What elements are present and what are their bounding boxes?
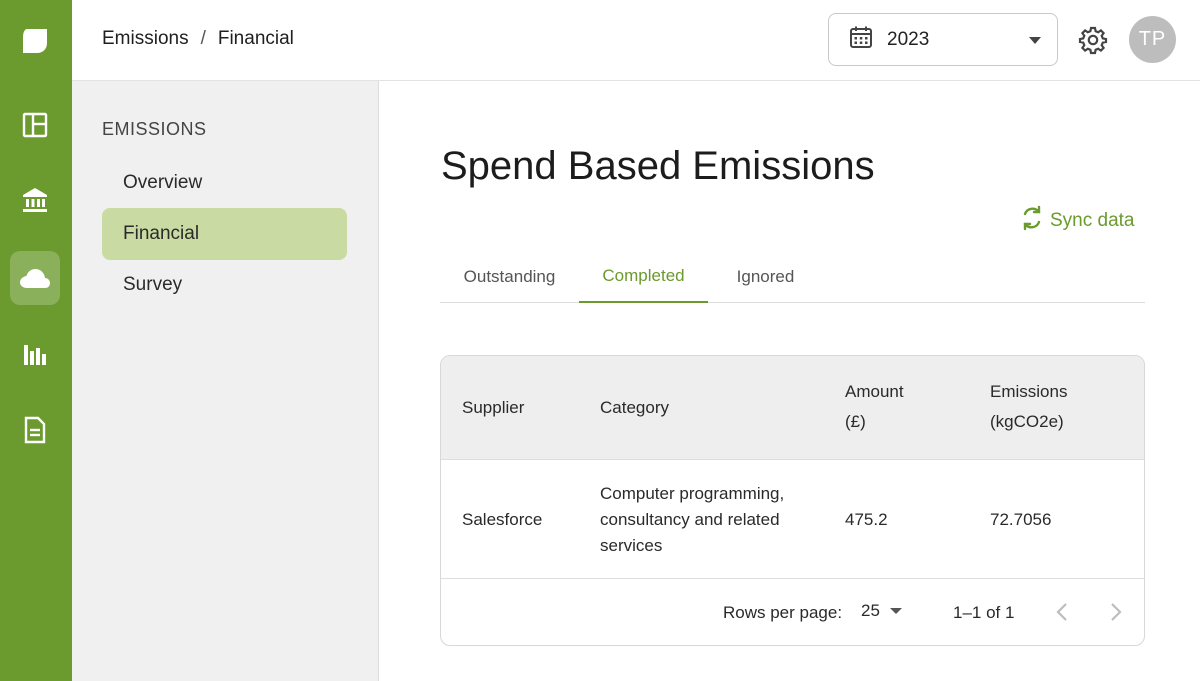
- section-sidebar: EMISSIONS Overview Financial Survey: [72, 81, 379, 681]
- leaf-logo-icon[interactable]: [10, 14, 60, 68]
- sync-data-button[interactable]: Sync data: [1020, 205, 1135, 237]
- table-header: Supplier Category Amount (£) Emissions (…: [441, 356, 1144, 460]
- table-row[interactable]: Salesforce Computer programming, consult…: [441, 460, 1144, 579]
- cell-supplier: Salesforce: [462, 510, 543, 529]
- cell-category: Computer programming, consultancy and re…: [600, 484, 785, 555]
- bank-icon[interactable]: [10, 173, 60, 227]
- sync-data-label: Sync data: [1050, 210, 1135, 231]
- column-header-amount: Amount (£): [845, 382, 904, 431]
- cloud-icon[interactable]: [10, 251, 60, 305]
- breadcrumb-financial: Financial: [217, 28, 294, 49]
- breadcrumb-emissions[interactable]: Emissions: [102, 28, 189, 50]
- year-value: 2023: [887, 28, 930, 50]
- avatar[interactable]: TP: [1129, 16, 1176, 63]
- sidebar-item-overview[interactable]: Overview: [102, 157, 347, 209]
- cell-emissions: 72.7056: [990, 510, 1052, 529]
- sidebar-heading: EMISSIONS: [102, 119, 207, 139]
- breadcrumb-separator: /: [200, 28, 206, 49]
- pagination-range: 1–1 of 1: [953, 603, 1015, 622]
- table-pagination: Rows per page: 25 1–1 of 1: [441, 579, 1144, 645]
- sidebar-item-financial[interactable]: Financial: [102, 208, 347, 260]
- tab-ignored[interactable]: Ignored: [708, 250, 823, 303]
- chevron-down-icon: [889, 608, 902, 614]
- breadcrumb: Emissions / Financial: [102, 28, 294, 50]
- calendar-icon: [849, 25, 873, 54]
- dashboard-icon[interactable]: [10, 98, 60, 152]
- status-tabs: Outstanding Completed Ignored: [440, 250, 1145, 303]
- rows-per-page-select[interactable]: 25: [861, 601, 902, 621]
- emissions-table: Supplier Category Amount (£) Emissions (…: [440, 355, 1145, 646]
- cell-amount: 475.2: [845, 510, 888, 529]
- gear-icon[interactable]: [1078, 25, 1108, 60]
- chevron-down-icon: [1029, 37, 1041, 44]
- tab-outstanding[interactable]: Outstanding: [440, 250, 579, 303]
- page-title: Spend Based Emissions: [441, 144, 875, 188]
- rows-per-page-value: 25: [861, 601, 880, 620]
- sidebar-item-survey[interactable]: Survey: [102, 259, 347, 311]
- document-icon[interactable]: [10, 403, 60, 457]
- app-rail: [0, 0, 72, 681]
- rows-per-page-label: Rows per page:: [723, 603, 843, 622]
- column-header-emissions: Emissions (kgCO2e): [990, 382, 1068, 431]
- previous-page-button[interactable]: [1055, 601, 1069, 628]
- column-header-category: Category: [600, 398, 669, 417]
- sync-icon: [1020, 205, 1044, 237]
- tab-completed[interactable]: Completed: [579, 250, 708, 303]
- bar-chart-icon[interactable]: [10, 327, 60, 381]
- column-header-supplier: Supplier: [462, 398, 525, 417]
- year-select[interactable]: 2023: [828, 13, 1058, 66]
- next-page-button[interactable]: [1109, 601, 1123, 628]
- top-bar: Emissions / Financial 2023 TP: [72, 0, 1200, 81]
